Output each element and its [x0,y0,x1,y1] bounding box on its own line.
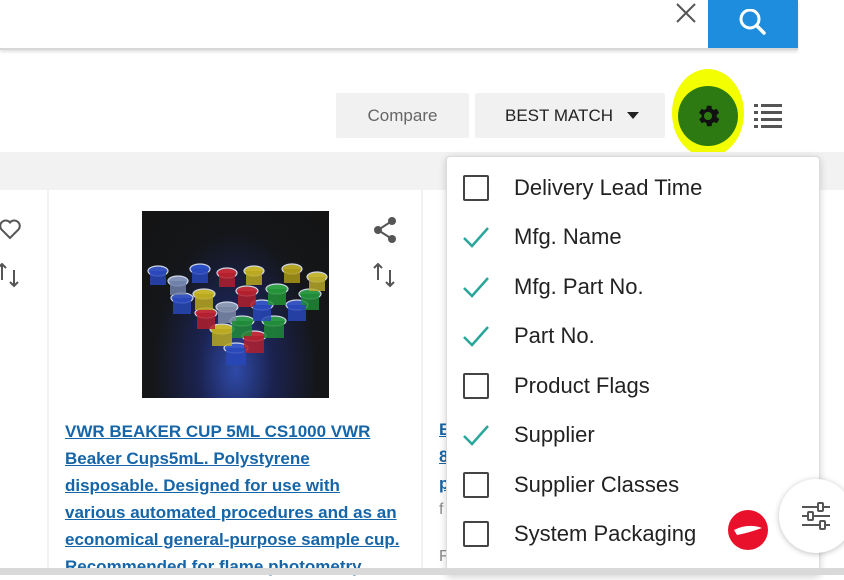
close-icon [676,3,696,23]
sort-label: BEST MATCH [505,105,613,125]
column-settings-button[interactable] [678,86,738,146]
list-icon [754,104,782,128]
chat-button[interactable] [728,510,768,550]
filter-button[interactable] [779,479,844,553]
beaker-cups-photo [147,263,328,365]
product-title-line: economical general-purpose sample cup. [65,530,400,549]
check-icon[interactable] [463,422,489,448]
option-delivery-lead-time[interactable]: Delivery Lead Time [447,166,819,210]
product-image[interactable] [142,211,329,398]
search-bar[interactable] [0,0,798,50]
product-title-line: Beaker Cups5mL. Polystyrene [65,449,310,468]
check-icon[interactable] [463,323,489,349]
product-title-link[interactable]: VWR BEAKER CUP 5ML CS1000 VWR Beaker Cup… [65,418,415,580]
search-icon [739,9,766,35]
option-part-no[interactable]: Part No. [447,314,819,358]
check-icon[interactable] [463,274,489,300]
sliders-icon [802,502,830,530]
product-title-line: Recommended for flame photometry [65,557,362,576]
search-button[interactable] [708,0,798,48]
caret-down-icon [627,112,639,119]
compare-button[interactable]: Compare [336,93,469,138]
product-title-line: VWR BEAKER CUP 5ML CS1000 VWR [65,422,371,441]
product-title-line: various automated procedures and as an [65,503,397,522]
option-mfg-part-no[interactable]: Mfg. Part No. [447,265,819,309]
option-label: Product Flags [514,373,650,398]
option-label: Mfg. Part No. [514,274,644,299]
product-card-previous [0,190,47,575]
option-label: Mfg. Name [514,224,622,249]
checkbox-unchecked[interactable] [463,373,489,399]
option-label: Supplier [514,422,595,447]
option-label: System Packaging [514,521,697,546]
compare-label: Compare [367,105,438,125]
chat-icon [734,525,762,535]
option-supplier-classes[interactable]: Supplier Classes [447,463,819,507]
share-icon[interactable] [371,215,399,245]
option-supplier[interactable]: Supplier [447,413,819,457]
heart-icon[interactable] [0,217,24,241]
option-mfg-name[interactable]: Mfg. Name [447,215,819,259]
list-view-button[interactable] [752,100,784,130]
sort-dropdown[interactable]: BEST MATCH [475,93,665,138]
checkbox-unchecked[interactable] [463,472,489,498]
checkbox-unchecked[interactable] [463,521,489,547]
option-product-flags[interactable]: Product Flags [447,364,819,408]
option-label: Supplier Classes [514,472,680,497]
search-clear-button[interactable] [673,0,699,26]
check-icon[interactable] [463,224,489,250]
horizontal-scrollbar[interactable] [0,568,844,575]
gear-icon [699,105,720,127]
swap-icon[interactable] [370,260,398,290]
product-title-line: disposable. Designed for use with [65,476,340,495]
product-card: VWR BEAKER CUP 5ML CS1000 VWR Beaker Cup… [49,190,421,576]
option-label: Delivery Lead Time [514,175,703,200]
column-options-dropdown: Delivery Lead Time Mfg. Name Mfg. Part N… [446,156,820,575]
swap-icon[interactable] [0,260,26,290]
next-meta-fragment: f [439,501,444,518]
checkbox-unchecked[interactable] [463,175,489,201]
option-label: Part No. [514,323,595,348]
